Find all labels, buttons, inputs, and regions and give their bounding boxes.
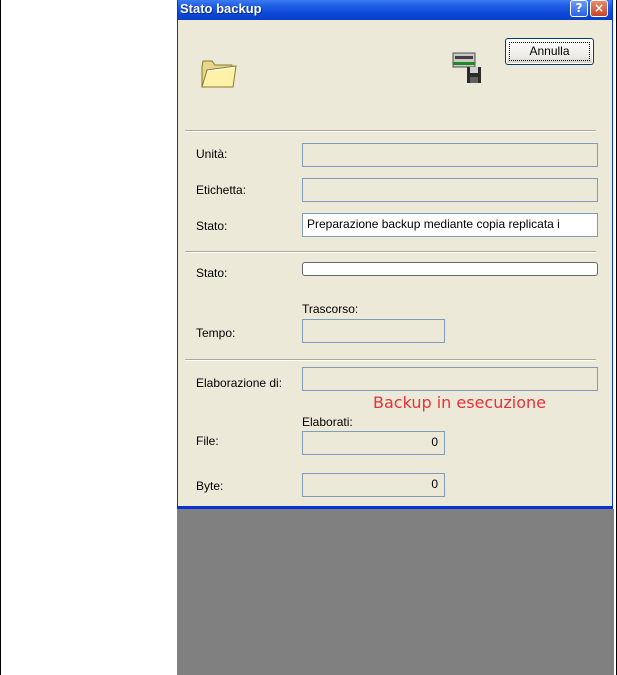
cancel-button-label: Annulla xyxy=(529,44,570,58)
byte-count-field: 0 xyxy=(302,473,445,497)
progress-status-label: Stato: xyxy=(196,266,228,280)
backup-status-dialog: Stato backup ? × Annulla Unità: Etichett… xyxy=(177,0,613,509)
section-divider-3 xyxy=(185,359,596,361)
close-button[interactable]: × xyxy=(590,0,608,17)
file-label: File: xyxy=(196,434,219,448)
processed-label: Elaborati: xyxy=(302,415,353,429)
status-field: Preparazione backup mediante copia repli… xyxy=(302,213,598,237)
help-icon: ? xyxy=(575,1,583,15)
left-border-line xyxy=(0,0,1,675)
volume-label-field xyxy=(302,178,598,202)
elapsed-time-field xyxy=(302,319,445,343)
section-divider-1 xyxy=(185,130,596,132)
close-icon: × xyxy=(593,1,605,15)
backup-running-overlay: Backup in esecuzione xyxy=(373,393,546,412)
folder-icon xyxy=(201,60,237,88)
title-bar[interactable]: Stato backup ? × xyxy=(178,0,612,20)
time-label: Tempo: xyxy=(196,326,236,340)
file-count-field: 0 xyxy=(302,431,445,455)
label-label: Etichetta: xyxy=(196,183,247,197)
cancel-button[interactable]: Annulla xyxy=(505,38,594,65)
desktop-background xyxy=(177,509,614,675)
status-label: Stato: xyxy=(196,219,228,233)
processing-of-label: Elaborazione di: xyxy=(196,376,283,390)
section-divider-2 xyxy=(185,251,596,253)
elapsed-label: Trascorso: xyxy=(302,302,359,316)
unit-field xyxy=(302,143,598,167)
unit-label: Unità: xyxy=(196,147,228,161)
screen: Stato backup ? × Annulla Unità: Etichett… xyxy=(0,0,617,675)
progress-bar xyxy=(302,262,598,276)
window-title: Stato backup xyxy=(180,1,262,16)
floppy-drive-icon xyxy=(452,52,481,83)
help-button[interactable]: ? xyxy=(570,0,588,17)
processing-field xyxy=(302,367,598,391)
byte-label: Byte: xyxy=(196,479,224,493)
